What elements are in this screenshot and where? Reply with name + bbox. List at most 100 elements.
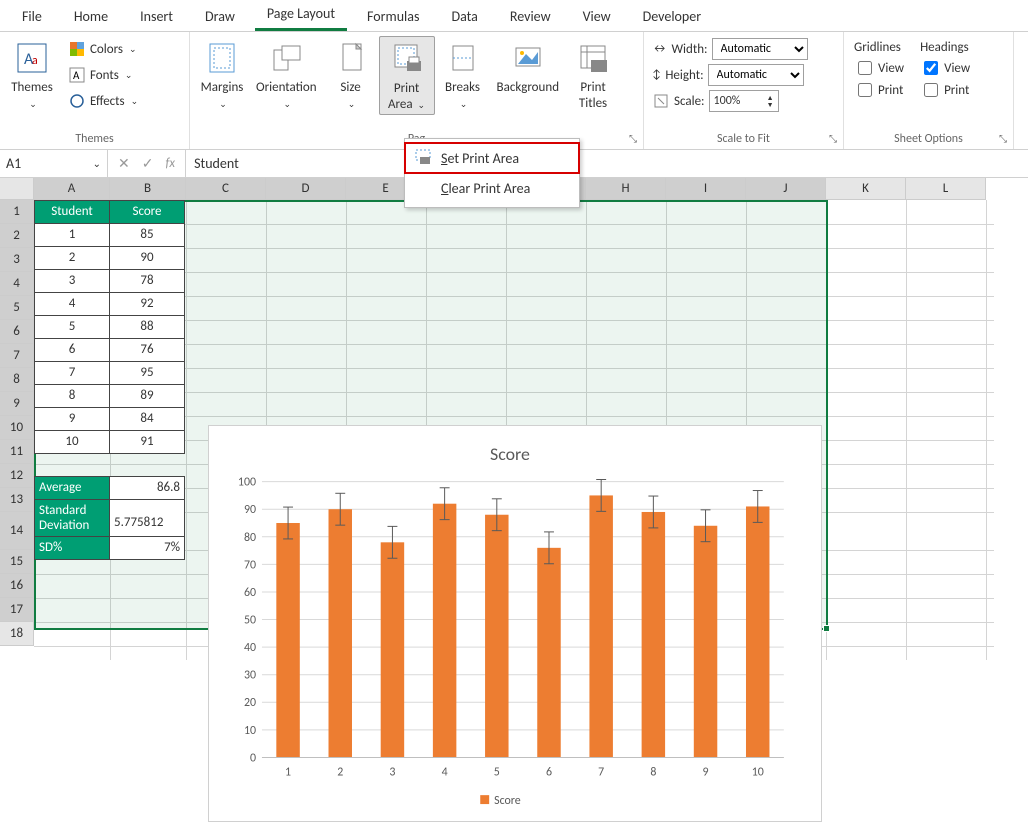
sd-value[interactable]: 5.775812 bbox=[109, 499, 185, 537]
fonts-button[interactable]: A Fonts⌄ bbox=[60, 62, 146, 88]
score-chart[interactable]: Score010203040506070809010012345678910Sc… bbox=[208, 425, 822, 822]
row-header-1[interactable]: 1 bbox=[0, 200, 34, 224]
row-header-17[interactable]: 17 bbox=[0, 598, 34, 622]
headings-print-check[interactable] bbox=[924, 83, 938, 97]
gridlines-print-check[interactable] bbox=[858, 83, 872, 97]
cancel-formula-button[interactable]: ✕ bbox=[112, 155, 136, 172]
width-select[interactable]: Automatic bbox=[712, 38, 808, 60]
table-cell[interactable]: 7 bbox=[34, 361, 110, 385]
background-button[interactable]: Background bbox=[491, 36, 566, 98]
col-header-I[interactable]: I bbox=[666, 178, 746, 200]
scale-launcher[interactable]: ⤡ bbox=[829, 132, 837, 145]
tab-draw[interactable]: Draw bbox=[193, 4, 247, 31]
tab-data[interactable]: Data bbox=[439, 4, 489, 31]
worksheet-grid[interactable]: ABCDEFGHIJKL 123456789101112131415161718… bbox=[0, 178, 1028, 695]
table-cell[interactable]: 84 bbox=[109, 407, 185, 431]
col-header-B[interactable]: B bbox=[110, 178, 186, 200]
col-header-J[interactable]: J bbox=[746, 178, 826, 200]
tab-review[interactable]: Review bbox=[498, 4, 563, 31]
print-titles-button[interactable]: Print Titles bbox=[565, 36, 621, 113]
tab-file[interactable]: File bbox=[10, 4, 54, 31]
gridlines-view-check[interactable] bbox=[858, 61, 872, 75]
row-header-11[interactable]: 11 bbox=[0, 440, 34, 464]
table-cell[interactable]: 4 bbox=[34, 292, 110, 316]
effects-button[interactable]: Effects⌄ bbox=[60, 88, 146, 114]
scale-group-label: Scale to Fit bbox=[717, 132, 770, 146]
row-header-14[interactable]: 14 bbox=[0, 512, 34, 550]
tab-page-layout[interactable]: Page Layout bbox=[255, 1, 347, 31]
table-cell[interactable]: 89 bbox=[109, 384, 185, 408]
col-header-D[interactable]: D bbox=[266, 178, 346, 200]
row-header-3[interactable]: 3 bbox=[0, 248, 34, 272]
scale-input[interactable]: 100%▲▼ bbox=[709, 90, 779, 112]
table-cell[interactable]: 90 bbox=[109, 246, 185, 270]
insert-function-button[interactable]: fx bbox=[159, 156, 181, 171]
row-header-5[interactable]: 5 bbox=[0, 296, 34, 320]
row-header-13[interactable]: 13 bbox=[0, 488, 34, 512]
name-box[interactable]: A1⌄ bbox=[0, 150, 108, 177]
height-select[interactable]: Automatic bbox=[708, 64, 804, 86]
background-icon bbox=[510, 40, 546, 76]
row-header-16[interactable]: 16 bbox=[0, 574, 34, 598]
table-cell[interactable]: 85 bbox=[109, 223, 185, 247]
col-header-H[interactable]: H bbox=[586, 178, 666, 200]
accept-formula-button[interactable]: ✓ bbox=[136, 155, 160, 172]
avg-value[interactable]: 86.8 bbox=[109, 476, 185, 500]
headings-view-check[interactable] bbox=[924, 61, 938, 75]
print-area-button[interactable]: Print Area ⌄ bbox=[379, 36, 435, 115]
col-header-C[interactable]: C bbox=[186, 178, 266, 200]
sdp-value[interactable]: 7% bbox=[109, 536, 185, 560]
sheet-options-launcher[interactable]: ⤡ bbox=[999, 132, 1007, 145]
colors-icon bbox=[68, 40, 86, 58]
col-header-A[interactable]: A bbox=[34, 178, 110, 200]
table-cell[interactable]: 9 bbox=[34, 407, 110, 431]
table-cell[interactable]: 95 bbox=[109, 361, 185, 385]
tab-formulas[interactable]: Formulas bbox=[355, 4, 431, 31]
row-header-10[interactable]: 10 bbox=[0, 416, 34, 440]
row-header-2[interactable]: 2 bbox=[0, 224, 34, 248]
table-cell[interactable]: 92 bbox=[109, 292, 185, 316]
row-header-12[interactable]: 12 bbox=[0, 464, 34, 488]
tab-home[interactable]: Home bbox=[62, 4, 120, 31]
row-header-9[interactable]: 9 bbox=[0, 392, 34, 416]
row-header-4[interactable]: 4 bbox=[0, 272, 34, 296]
print-titles-icon bbox=[575, 40, 611, 76]
tab-developer[interactable]: Developer bbox=[631, 4, 713, 31]
table-cell[interactable]: 88 bbox=[109, 315, 185, 339]
formula-input[interactable]: Student bbox=[186, 150, 1028, 177]
col-header-K[interactable]: K bbox=[826, 178, 906, 200]
table-cell[interactable]: 3 bbox=[34, 269, 110, 293]
set-print-area-item[interactable]: Set Print Area bbox=[405, 143, 579, 173]
table-cell[interactable]: 91 bbox=[109, 430, 185, 454]
margins-button[interactable]: Margins⌄ bbox=[194, 36, 250, 113]
table-cell[interactable]: 5 bbox=[34, 315, 110, 339]
tab-view[interactable]: View bbox=[571, 4, 623, 31]
table-cell[interactable]: 6 bbox=[34, 338, 110, 362]
size-button[interactable]: Size⌄ bbox=[323, 36, 379, 113]
row-header-18[interactable]: 18 bbox=[0, 622, 34, 646]
page-setup-launcher[interactable]: ⤡ bbox=[629, 132, 637, 145]
table-cell[interactable]: 2 bbox=[34, 246, 110, 270]
table-cell[interactable]: 76 bbox=[109, 338, 185, 362]
breaks-button[interactable]: Breaks⌄ bbox=[435, 36, 491, 113]
table-cell[interactable]: 8 bbox=[34, 384, 110, 408]
clear-print-area-item[interactable]: Clear Print Area bbox=[405, 173, 579, 203]
hdr-score: Score bbox=[109, 200, 185, 224]
clear-print-area-text: lear Print Area bbox=[448, 180, 530, 197]
table-cell[interactable]: 78 bbox=[109, 269, 185, 293]
tab-insert[interactable]: Insert bbox=[128, 4, 185, 31]
table-cell[interactable]: 10 bbox=[34, 430, 110, 454]
row-header-15[interactable]: 15 bbox=[0, 550, 34, 574]
row-header-8[interactable]: 8 bbox=[0, 368, 34, 392]
svg-text:100: 100 bbox=[238, 476, 256, 490]
col-header-L[interactable]: L bbox=[906, 178, 986, 200]
select-all-corner[interactable] bbox=[0, 178, 34, 200]
row-header-6[interactable]: 6 bbox=[0, 320, 34, 344]
themes-icon: Aa bbox=[14, 40, 50, 76]
colors-button[interactable]: Colors⌄ bbox=[60, 36, 146, 62]
themes-button[interactable]: Aa Themes⌄ bbox=[4, 36, 60, 113]
row-header-7[interactable]: 7 bbox=[0, 344, 34, 368]
name-box-dropdown-icon[interactable]: ⌄ bbox=[93, 157, 101, 170]
orientation-button[interactable]: Orientation⌄ bbox=[250, 36, 323, 113]
table-cell[interactable]: 1 bbox=[34, 223, 110, 247]
